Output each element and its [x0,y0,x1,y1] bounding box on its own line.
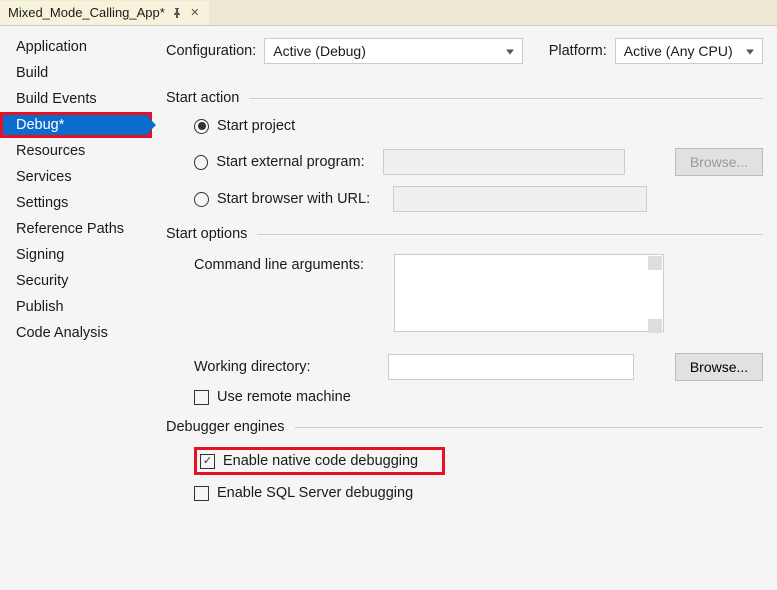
enable-native-highlight: Enable native code debugging [194,447,445,475]
project-properties-window: Mixed_Mode_Calling_App* ✕ Application Bu… [0,0,777,590]
active-tab[interactable]: Mixed_Mode_Calling_App* ✕ [0,1,209,25]
start-options-header: Start options [166,226,763,242]
sidebar: Application Build Build Events Debug* Re… [0,26,152,590]
configuration-value: Active (Debug) [273,43,366,59]
radio-icon[interactable] [194,192,209,207]
sidebar-item-security[interactable]: Security [0,268,152,294]
sidebar-item-application[interactable]: Application [0,34,152,60]
radio-icon[interactable] [194,155,208,170]
cmd-args-textarea[interactable] [394,254,664,332]
sidebar-item-signing[interactable]: Signing [0,242,152,268]
divider [295,427,763,428]
start-external-label: Start external program: [216,154,375,170]
working-dir-input[interactable] [388,354,634,380]
platform-dropdown[interactable]: Active (Any CPU) [615,38,763,64]
sidebar-item-build-events[interactable]: Build Events [0,86,152,112]
sidebar-item-build[interactable]: Build [0,60,152,86]
browse-working-dir-button[interactable]: Browse... [675,353,763,381]
debugger-engines-label: Debugger engines [166,419,285,435]
sidebar-item-debug[interactable]: Debug* [0,112,152,138]
start-action-label: Start action [166,90,239,106]
platform-value: Active (Any CPU) [624,43,733,59]
pin-icon[interactable] [171,7,183,19]
enable-native-row[interactable]: Enable native code debugging [200,453,418,469]
checkbox-icon[interactable] [194,486,209,501]
external-program-input[interactable] [383,149,624,175]
checkbox-icon[interactable] [194,390,209,405]
debugger-engines-header: Debugger engines [166,419,763,435]
tab-title: Mixed_Mode_Calling_App* [8,5,165,20]
working-dir-label: Working directory: [194,359,378,375]
start-action-header: Start action [166,90,763,106]
sidebar-item-reference-paths[interactable]: Reference Paths [0,216,152,242]
cmd-args-label: Command line arguments: [194,254,384,273]
divider [249,98,763,99]
config-row: Configuration: Active (Debug) Platform: … [166,38,763,64]
sidebar-item-publish[interactable]: Publish [0,294,152,320]
configuration-dropdown[interactable]: Active (Debug) [264,38,523,64]
radio-icon[interactable] [194,119,209,134]
sidebar-item-services[interactable]: Services [0,164,152,190]
sidebar-item-settings[interactable]: Settings [0,190,152,216]
sidebar-item-resources[interactable]: Resources [0,138,152,164]
start-project-label: Start project [217,118,295,134]
configuration-label: Configuration: [166,43,256,59]
main-panel: Configuration: Active (Debug) Platform: … [152,26,777,590]
body: Application Build Build Events Debug* Re… [0,26,777,590]
checkbox-icon[interactable] [200,454,215,469]
browse-external-button[interactable]: Browse... [675,148,763,176]
start-external-row[interactable]: Start external program: Browse... [194,148,763,176]
divider [257,234,763,235]
scroll-down-icon[interactable] [648,319,662,333]
use-remote-row[interactable]: Use remote machine [194,389,763,405]
working-dir-row: Working directory: Browse... [194,353,763,381]
cmd-args-row: Command line arguments: [194,254,763,335]
enable-sql-row[interactable]: Enable SQL Server debugging [194,485,763,501]
tab-bar: Mixed_Mode_Calling_App* ✕ [0,0,777,26]
start-options-label: Start options [166,226,247,242]
enable-sql-label: Enable SQL Server debugging [217,485,413,501]
scroll-up-icon[interactable] [648,256,662,270]
start-browser-label: Start browser with URL: [217,191,385,207]
start-browser-row[interactable]: Start browser with URL: [194,186,763,212]
close-icon[interactable]: ✕ [189,7,201,19]
enable-native-label: Enable native code debugging [223,453,418,469]
browser-url-input[interactable] [393,186,647,212]
start-project-row[interactable]: Start project [194,118,763,134]
use-remote-label: Use remote machine [217,389,351,405]
sidebar-item-code-analysis[interactable]: Code Analysis [0,320,152,346]
platform-label: Platform: [549,43,607,59]
